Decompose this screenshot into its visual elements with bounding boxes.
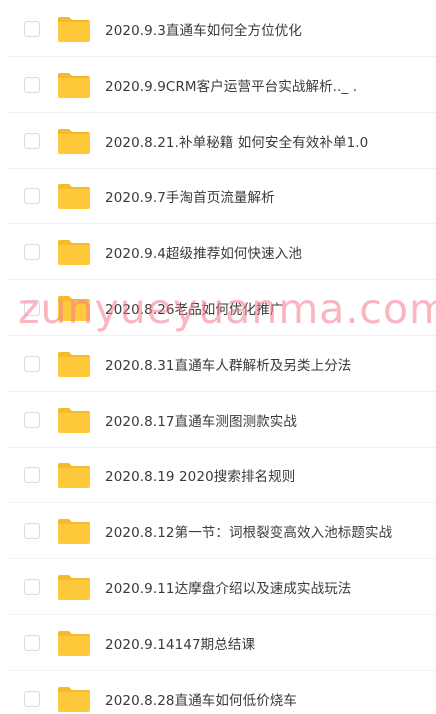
folder-icon [58,184,90,210]
select-checkbox[interactable] [24,355,40,372]
file-row[interactable]: 2020.9.11达摩盘介绍以及速成实战玩法 [0,559,436,615]
file-row[interactable]: 2020.9.4超级推荐如何快速入池 [0,224,436,281]
folder-icon [58,630,90,656]
file-row[interactable]: 2020.9.3直通车如何全方位优化 [0,1,436,57]
select-checkbox[interactable] [24,244,40,261]
select-checkbox[interactable] [24,132,40,149]
file-name[interactable]: 2020.9.7手淘首页流量解析 [105,186,275,206]
select-checkbox[interactable] [24,411,40,428]
file-name[interactable]: 2020.9.3直通车如何全方位优化 [105,19,302,39]
folder-icon [58,17,90,42]
select-checkbox[interactable] [24,579,40,595]
select-checkbox[interactable] [24,467,40,484]
file-name[interactable]: 2020.8.31直通车人群解析及另类上分法 [105,354,351,374]
select-checkbox[interactable] [24,523,40,540]
file-row[interactable]: 2020.8.26老品如何优化推广 [0,280,436,336]
folder-icon [58,128,90,154]
select-checkbox[interactable] [24,300,40,316]
folder-icon [58,686,90,712]
folder-icon [58,463,90,489]
file-row[interactable]: 2020.8.19 2020搜索排名规则 [0,447,436,504]
file-row[interactable]: 2020.8.31直通车人群解析及另类上分法 [0,336,436,392]
file-list: 2020.9.3直通车如何全方位优化 2020.9.9CRM客户运营平台实战解析.… [0,0,436,714]
select-checkbox[interactable] [24,690,40,707]
file-name[interactable]: 2020.9.11达摩盘介绍以及速成实战玩法 [105,577,351,597]
file-row[interactable]: 2020.9.14147期总结课 [0,615,436,671]
file-name[interactable]: 2020.8.28直通车如何低价烧车 [105,689,297,709]
folder-icon [58,575,90,600]
file-row[interactable]: 2020.9.7手淘首页流量解析 [0,168,436,225]
file-name[interactable]: 2020.8.21.补单秘籍 如何安全有效补单1.0 [105,131,368,151]
file-name[interactable]: 2020.8.26老品如何优化推广 [105,298,283,318]
file-row[interactable]: 2020.8.21.补单秘籍 如何安全有效补单1.0 [0,113,436,169]
folder-icon [58,351,90,377]
folder-icon [58,407,90,433]
file-name[interactable]: 2020.9.14147期总结课 [105,633,255,653]
folder-icon [58,296,90,321]
select-checkbox[interactable] [24,21,40,37]
file-row[interactable]: 2020.8.12第一节：词根裂变高效入池标题实战 [0,503,436,560]
file-name[interactable]: 2020.8.17直通车测图测款实战 [105,410,297,430]
select-checkbox[interactable] [24,188,40,205]
folder-icon [58,519,90,545]
folder-icon [58,240,90,266]
folder-icon [58,72,90,98]
file-row[interactable]: 2020.8.17直通车测图测款实战 [0,392,436,448]
file-row[interactable]: 2020.9.9CRM客户运营平台实战解析.._ . [0,57,436,113]
file-row[interactable]: 2020.8.28直通车如何低价烧车 [0,671,436,714]
file-name[interactable]: 2020.8.12第一节：词根裂变高效入池标题实战 [105,521,392,541]
select-checkbox[interactable] [24,76,40,93]
select-checkbox[interactable] [24,634,40,651]
file-name[interactable]: 2020.9.4超级推荐如何快速入池 [105,242,302,262]
file-name[interactable]: 2020.9.9CRM客户运营平台实战解析.._ . [105,75,357,95]
file-name[interactable]: 2020.8.19 2020搜索排名规则 [105,465,295,485]
